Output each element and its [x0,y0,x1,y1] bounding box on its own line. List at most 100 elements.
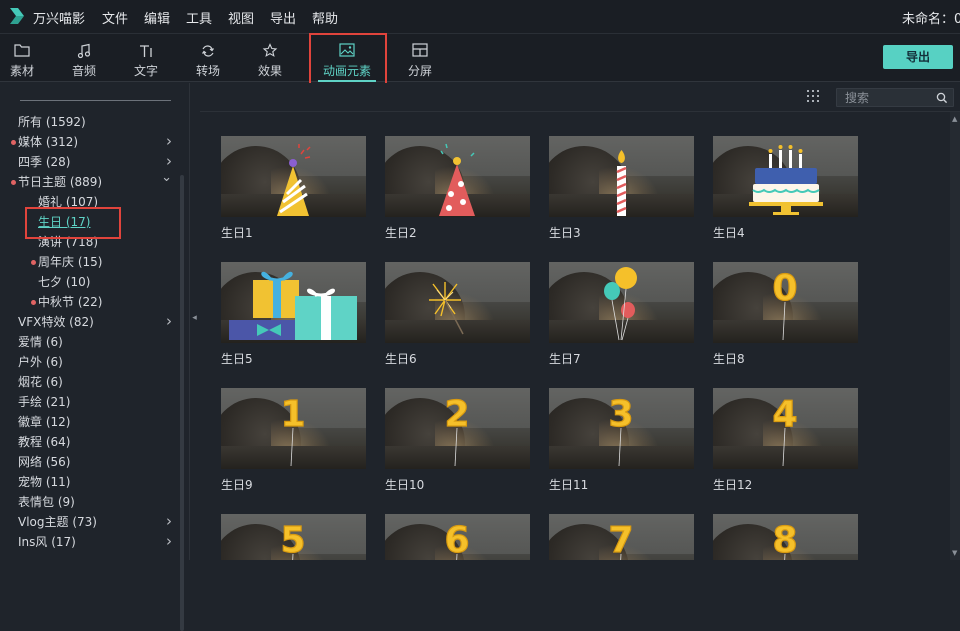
party-hat-red-icon [439,143,475,216]
element-thumbnail: 4 [713,388,858,469]
category-label: 宠物 (11) [18,475,71,489]
element-thumbnail [549,262,694,343]
tab-audio[interactable]: 音频 [56,34,112,82]
element-tile[interactable]: 生日7 [549,262,694,372]
tab-text[interactable]: 文字 [118,34,174,82]
element-name: 生日1 [221,226,253,240]
element-thumbnail [221,136,366,217]
category-item[interactable]: 七夕 (10) [0,272,178,292]
category-label: 表情包 (9) [18,495,75,509]
chevron-right-icon[interactable]: › [166,531,172,551]
element-tile[interactable]: 0 生日8 [713,262,858,372]
category-sidebar: 所有 (1592) 媒体 (312) › 四季 (28) › 节日主题 (889) ⌄ 婚礼 … [0,83,190,631]
element-tile[interactable]: 1 生日9 [221,388,366,498]
category-item[interactable]: 中秋节 (22) [0,292,178,312]
sidebar-divider [20,100,171,101]
transition-icon [202,45,214,57]
element-tile[interactable]: 8 [713,514,858,560]
scroll-up-icon[interactable]: ▲ [952,115,957,123]
element-tile[interactable]: 2 生日10 [385,388,530,498]
element-thumbnail [221,262,366,343]
app-logo-icon [10,8,24,24]
chevron-right-icon[interactable]: › [166,311,172,331]
category-item[interactable]: 网络 (56) [0,452,178,472]
category-item[interactable]: 户外 (6) [0,352,178,372]
category-label: Vlog主题 (73) [18,515,97,529]
folder-icon [14,44,30,57]
collapse-sidebar-icon[interactable]: ◂ [190,306,199,330]
category-item[interactable]: 四季 (28) › [0,152,178,172]
category-label: 烟花 (6) [18,375,63,389]
element-tile[interactable]: 生日2 [385,136,530,246]
category-item[interactable]: 节日主题 (889) ⌄ [0,170,178,192]
element-thumbnail: 7 [549,514,694,560]
menu-help[interactable]: 帮助 [312,8,338,27]
effects-icon [262,43,278,57]
tab-media[interactable]: 素材 [0,34,50,82]
category-item[interactable]: 爱情 (6) [0,332,178,352]
element-name: 生日5 [221,352,253,366]
category-item[interactable]: 媒体 (312) › [0,132,178,152]
category-item[interactable]: Ins风 (17) › [0,532,178,552]
sidebar-scrollbar[interactable] [180,175,184,631]
element-tile[interactable]: 生日1 [221,136,366,246]
scroll-down-icon[interactable]: ▼ [952,549,957,557]
chevron-down-icon[interactable]: ⌄ [161,168,172,188]
category-label: 户外 (6) [18,355,63,369]
tab-transition[interactable]: 转场 [180,34,236,82]
category-item[interactable]: 徽章 (12) [0,412,178,432]
category-label: 网络 (56) [18,455,71,469]
tab-split-screen[interactable]: 分屏 [392,34,448,82]
tab-label: 音频 [71,64,96,78]
element-tile[interactable]: 生日3 [549,136,694,246]
number-balloon-icon: 4 [772,393,798,467]
category-item[interactable]: 表情包 (9) [0,492,178,512]
menu-tools[interactable]: 工具 [186,8,212,27]
element-tile[interactable]: 3 生日11 [549,388,694,498]
element-tile[interactable]: 5 [221,514,366,560]
element-thumbnail: 2 [385,388,530,469]
element-name: 生日11 [549,478,589,492]
export-button[interactable]: 导出 [883,45,953,69]
category-item[interactable]: 周年庆 (15) [0,252,178,272]
tab-label: 分屏 [407,64,432,78]
element-tile[interactable]: 生日5 [221,262,366,372]
element-tile[interactable]: 生日4 [713,136,858,246]
chevron-right-icon[interactable]: › [166,511,172,531]
grid-view-icon[interactable] [806,89,820,103]
element-tile[interactable]: 4 生日12 [713,388,858,498]
number-balloon-icon: 0 [772,267,798,341]
new-badge-dot [31,260,36,265]
element-name: 生日4 [713,226,745,240]
number-balloon-icon: 6 [444,519,470,560]
new-badge-dot [11,140,16,145]
tab-effects[interactable]: 效果 [242,34,298,82]
category-item[interactable]: 所有 (1592) [0,112,178,132]
element-tile[interactable]: 6 [385,514,530,560]
menu-export[interactable]: 导出 [270,8,296,27]
candle-icon [616,150,627,216]
category-item[interactable]: 教程 (64) [0,432,178,452]
menu-view[interactable]: 视图 [228,8,254,27]
category-label: 中秋节 (22) [38,295,103,309]
element-name: 生日12 [713,478,753,492]
chevron-right-icon[interactable]: › [166,131,172,151]
element-tile[interactable]: 7 [549,514,694,560]
element-tile[interactable]: 生日6 [385,262,530,372]
cake-icon [749,145,823,215]
menu-edit[interactable]: 编辑 [144,8,170,27]
category-item[interactable]: VFX特效 (82) › [0,312,178,332]
grid-scrollbar[interactable]: ▲ ▼ [950,112,960,560]
menu-file[interactable]: 文件 [102,8,128,27]
element-name: 生日6 [385,352,417,366]
element-name: 生日7 [549,352,581,366]
search-icon[interactable] [936,92,948,104]
element-name: 生日9 [221,478,253,492]
category-item[interactable]: 烟花 (6) [0,372,178,392]
search-input[interactable] [845,90,935,106]
category-item[interactable]: 手绘 (21) [0,392,178,412]
category-item[interactable]: Vlog主题 (73) › [0,512,178,532]
category-item[interactable]: 宠物 (11) [0,472,178,492]
category-label: 教程 (64) [18,435,71,449]
category-label: 四季 (28) [18,155,71,169]
